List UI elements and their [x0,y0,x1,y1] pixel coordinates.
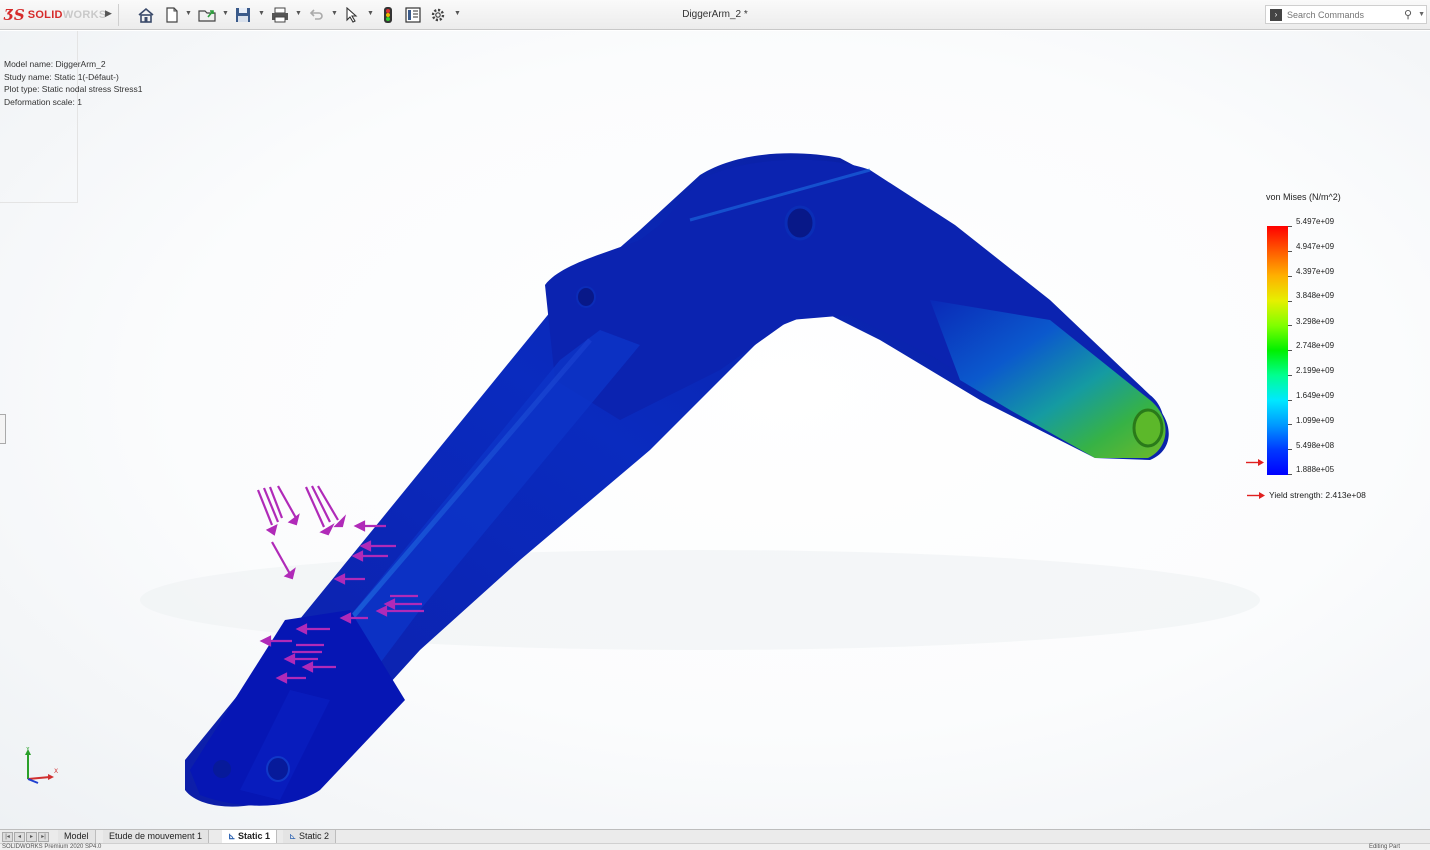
prev-tab-button[interactable]: ◂ [14,832,25,842]
legend-tick-label: 4.397e+09 [1296,267,1335,276]
options-gear-icon[interactable] [430,5,446,25]
new-document-icon[interactable] [165,5,179,25]
options-dropdown-icon[interactable]: ▼ [454,10,461,17]
status-product: SOLIDWORKS Premium 2020 SP4.0 [2,844,102,850]
undo-icon[interactable] [308,5,324,25]
tip-pin-hole [1132,408,1164,448]
legend-title: von Mises (N/m^2) [1266,192,1341,202]
menu-expand-icon[interactable]: ▶ [105,8,112,19]
home-icon[interactable] [137,5,155,25]
study-tab-bar: |◂ ◂ ▸ ▸| Model Etude de mouvement 1 ⊾ S… [0,829,1430,844]
search-dropdown-icon[interactable]: ▼ [1418,11,1425,18]
tab-static-2[interactable]: ⊾ Static 2 [283,830,337,844]
select-dropdown-icon[interactable]: ▼ [367,10,374,17]
toolbar-divider [118,4,119,26]
save-icon[interactable] [235,5,251,25]
legend-tick-label: 2.199e+09 [1296,366,1335,375]
tab-static-1[interactable]: ⊾ Static 1 [222,830,278,844]
logo-text: SOLIDWORKS [28,9,107,21]
legend-tick-line [1288,301,1292,302]
triad-x-label: X [54,768,58,775]
legend-tick-line [1288,325,1292,326]
base-pin-hole-right [266,756,290,782]
logo-text-solid: SOLID [27,9,63,21]
search-commands-box[interactable]: › ⚲ ▼ [1265,5,1427,24]
base-pin-hole-left [213,760,231,778]
tab-model[interactable]: Model [58,830,96,844]
legend-tick-label: 3.848e+09 [1296,291,1335,300]
logo-text-works: WORKS [62,9,107,21]
simulation-study-icon: ⊾ [228,831,239,841]
legend-color-bar [1267,226,1288,475]
upper-pin-hole [576,286,596,308]
legend-tick-label: 4.947e+09 [1296,242,1335,251]
open-icon[interactable] [198,5,218,25]
legend-tick-label: 5.498e+08 [1296,441,1335,450]
simulation-study-icon: ⊾ [289,831,300,841]
graphics-area[interactable]: Model name: DiggerArm_2 Study name: Stat… [0,31,1430,829]
new-dropdown-icon[interactable]: ▼ [185,10,192,17]
file-properties-icon[interactable] [405,5,421,25]
search-input[interactable] [1287,9,1402,20]
tab-static-2-label: Static 2 [299,831,330,841]
status-bar: SOLIDWORKS Premium 2020 SP4.0 Editing Pa… [0,843,1430,850]
print-icon[interactable] [271,5,289,25]
command-prompt-icon: › [1270,8,1282,21]
solidworks-logo[interactable]: ƷS SOLIDWORKS [4,6,106,24]
legend-tick-line [1288,424,1292,425]
tab-nav-buttons: |◂ ◂ ▸ ▸| [2,832,49,842]
title-toolbar: ƷS SOLIDWORKS ▶ ▼ ▼ ▼ ▼ ▼ ▼ ▼ DiggerArm_… [0,0,1430,30]
open-dropdown-icon[interactable]: ▼ [222,10,229,17]
last-tab-button[interactable]: ▸| [38,832,49,842]
legend-tick-line [1288,350,1292,351]
tab-motion-study[interactable]: Etude de mouvement 1 [103,830,210,844]
digger-arm-stress-model[interactable] [0,31,1430,829]
legend-tick-line [1288,276,1292,277]
yield-strength-legend-arrow-icon [1247,492,1265,499]
legend-tick-line [1288,400,1292,401]
legend-tick-line [1288,474,1292,475]
legend-tick-line [1288,449,1292,450]
first-tab-button[interactable]: |◂ [2,832,13,842]
search-icon[interactable]: ⚲ [1404,8,1412,21]
yield-strength-marker-icon [1246,459,1264,466]
legend-tick-label: 5.497e+09 [1296,217,1335,226]
legend-tick-label: 1.888e+05 [1296,465,1335,474]
triad-y-label: Y [25,747,30,753]
next-tab-button[interactable]: ▸ [26,832,37,842]
tab-static-1-label: Static 1 [238,831,271,841]
save-dropdown-icon[interactable]: ▼ [258,10,265,17]
legend-tick-label: 2.748e+09 [1296,341,1335,350]
ds-logo-mark: ƷS [4,6,25,24]
yield-strength-label: Yield strength: 2.413e+08 [1269,490,1366,500]
select-icon[interactable] [345,5,359,25]
traffic-light-icon[interactable] [383,5,393,25]
undo-dropdown-icon[interactable]: ▼ [331,10,338,17]
legend-tick-label: 3.298e+09 [1296,317,1335,326]
status-mode: Editing Part [1368,844,1400,850]
legend-tick-line [1288,226,1292,227]
bend-pin-hole [784,205,816,241]
print-dropdown-icon[interactable]: ▼ [295,10,302,17]
coordinate-triad-icon: Y X [25,747,58,784]
legend-tick-line [1288,251,1292,252]
legend-tick-label: 1.099e+09 [1296,416,1335,425]
legend-tick-label: 1.649e+09 [1296,391,1335,400]
legend-tick-line [1288,375,1292,376]
